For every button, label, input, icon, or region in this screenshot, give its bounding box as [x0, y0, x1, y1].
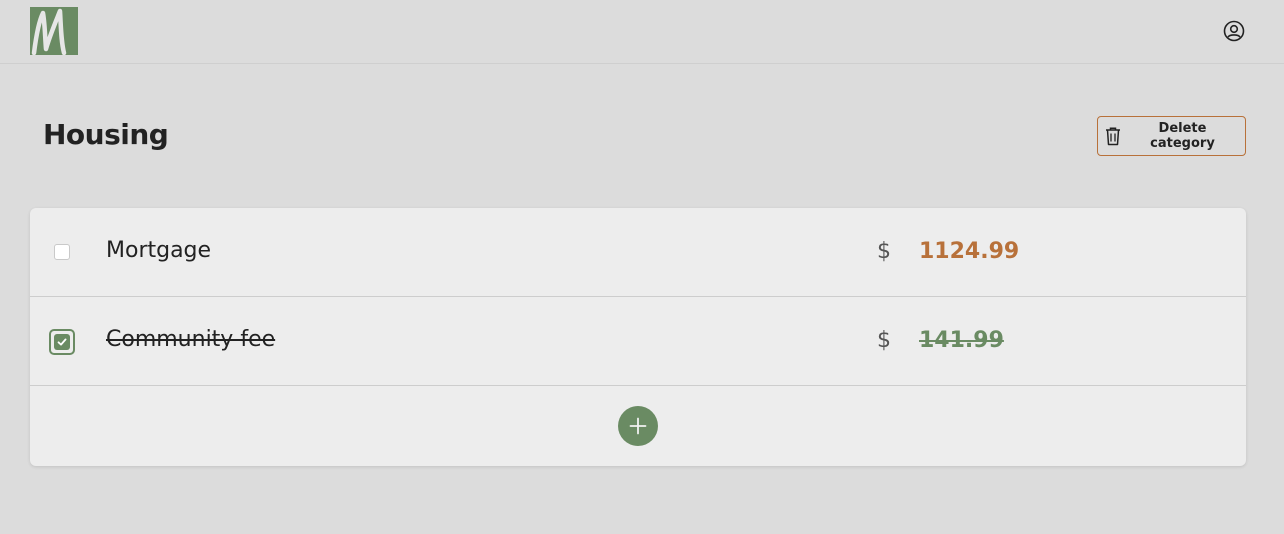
check-icon: [54, 334, 70, 350]
top-bar: [0, 0, 1284, 64]
plus-icon: [629, 417, 647, 435]
app-logo[interactable]: [30, 7, 78, 55]
user-circle-icon[interactable]: [1223, 20, 1245, 42]
expense-name[interactable]: Community fee: [106, 327, 275, 352]
expense-list-card: Mortgage $ 1124.99 Community fee $ 141.9…: [30, 208, 1246, 466]
currency-symbol: $: [877, 328, 891, 353]
expense-amount[interactable]: 141.99: [919, 328, 1004, 353]
trash-icon: [1106, 127, 1120, 146]
expense-row: Mortgage $ 1124.99: [30, 208, 1246, 297]
expense-name[interactable]: Mortgage: [106, 238, 211, 263]
page-title: Housing: [43, 118, 169, 151]
expense-row: Community fee $ 141.99: [30, 297, 1246, 386]
expense-amount[interactable]: 1124.99: [919, 239, 1019, 264]
paid-checkbox-checked[interactable]: [49, 329, 75, 355]
logo-m-glyph: [31, 8, 67, 55]
add-expense-button[interactable]: [618, 406, 658, 446]
paid-checkbox[interactable]: [54, 244, 70, 260]
currency-symbol: $: [877, 239, 891, 264]
delete-category-label: Delete category: [1150, 121, 1215, 151]
delete-category-button[interactable]: Delete category: [1097, 116, 1246, 156]
